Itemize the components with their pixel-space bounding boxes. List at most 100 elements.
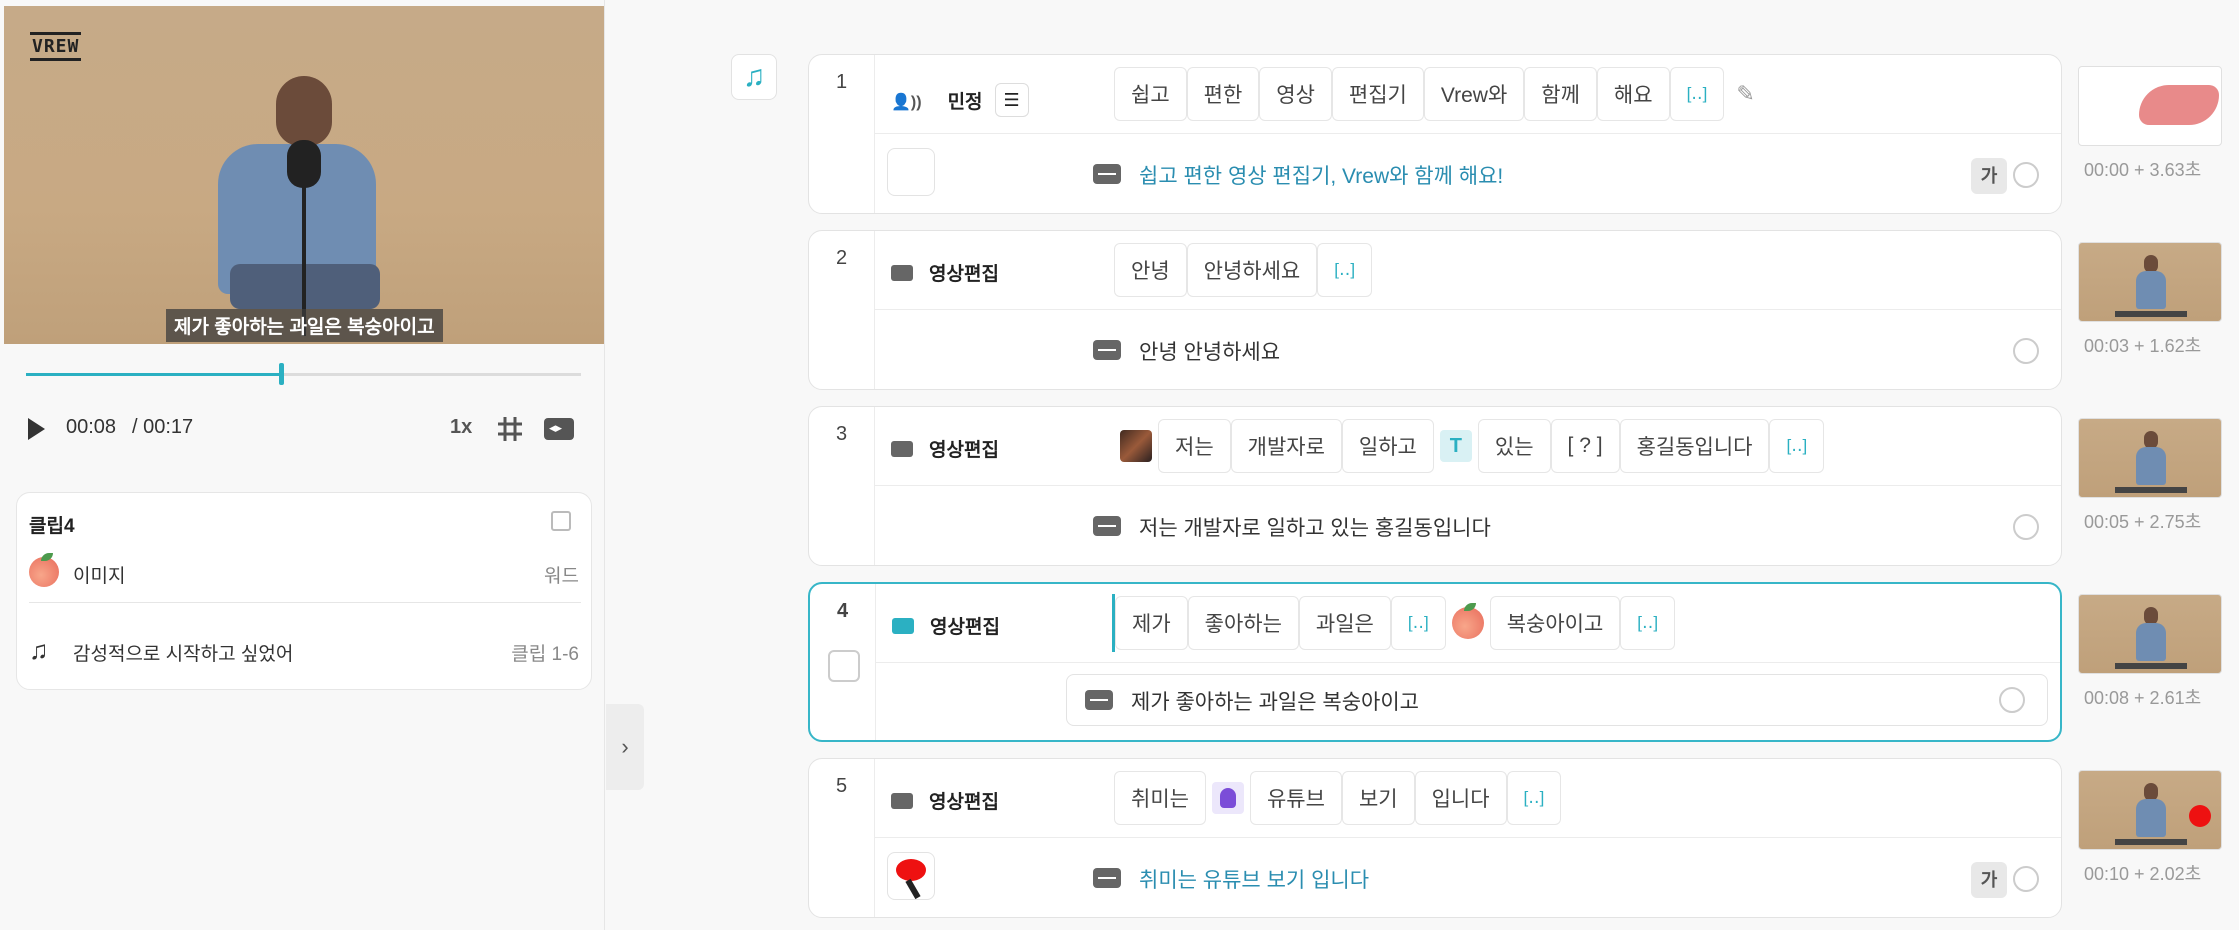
subtitle-row: 쉽고 편한 영상 편집기, Vrew와 함께 해요! 가 xyxy=(875,134,2061,213)
subtitle-text[interactable]: 저는 개발자로 일하고 있는 홍길동입니다 xyxy=(1139,512,1491,542)
word-chip[interactable]: 편집기 xyxy=(1331,67,1424,121)
word-chip[interactable]: Vrew와 xyxy=(1423,67,1525,121)
music-icon[interactable]: ♫ xyxy=(731,54,777,100)
clip-thumbnail[interactable] xyxy=(2078,242,2222,322)
word-chip[interactable]: 개발자로 xyxy=(1230,419,1342,473)
speaker-name: 영상편집 xyxy=(929,440,999,461)
clip-row[interactable]: 2 영상편집 안녕 안녕하세요 [‥] 안녕 안녕하세요 xyxy=(808,230,2062,390)
pencil-icon[interactable]: ✎ xyxy=(1736,81,1754,107)
video-camera-icon xyxy=(891,440,913,457)
word-chip[interactable]: 안녕하세요 xyxy=(1186,243,1318,297)
subtitle-text[interactable]: 취미는 유튜브 보기 입니다 xyxy=(1139,864,1369,894)
caption-strip xyxy=(2115,311,2187,317)
clip-row[interactable]: 1 👤)) 민정 ☰ 쉽고 편한 영상 편집기 Vrew와 함께 해요 [‥] … xyxy=(808,54,2062,214)
silence-chip[interactable]: [‥] xyxy=(1317,243,1373,297)
word-chip[interactable]: 영상 xyxy=(1259,67,1332,121)
speaker-selector[interactable]: 영상편집 xyxy=(891,435,999,462)
clip-thumbnail[interactable] xyxy=(2078,66,2222,146)
seek-handle[interactable] xyxy=(279,363,285,385)
subtitle-row: 저는 개발자로 일하고 있는 홍길동입니다 xyxy=(875,486,2061,565)
clip-thumbnail[interactable] xyxy=(2078,594,2222,674)
clip-time: 00:08 + 2.61초 xyxy=(2084,688,2202,708)
peach-icon[interactable] xyxy=(1451,603,1484,639)
word-chip[interactable]: 제가 xyxy=(1115,596,1188,650)
word-chip[interactable]: 저는 xyxy=(1158,419,1231,473)
subtitle-row-active[interactable]: 제가 좋아하는 과일은 복숭아이고 xyxy=(1066,674,2048,726)
word-chip[interactable]: 편한 xyxy=(1186,67,1260,121)
unlink-icon[interactable] xyxy=(2013,162,2039,188)
clip-row[interactable]: 3 영상편집 저는 개발자로 일하고 T 있는 [ ? ] 홍길동입니다 [‥]… xyxy=(808,406,2062,566)
play-icon[interactable] xyxy=(28,418,45,440)
clip-info-row-music[interactable]: ♫ 감성적으로 시작하고 싶었어 클립 1-6 xyxy=(29,621,581,681)
subtitle-text[interactable]: 쉽고 편한 영상 편집기, Vrew와 함께 해요! xyxy=(1139,160,1503,190)
silence-chip[interactable]: [‥] xyxy=(1620,596,1676,650)
speaker-selector[interactable]: 👤)) 민정 ☰ xyxy=(891,83,1029,117)
word-chip[interactable]: 복숭아이고 xyxy=(1489,596,1621,650)
caption-strip xyxy=(2115,663,2187,669)
grid-icon[interactable] xyxy=(497,416,523,442)
microphone xyxy=(287,140,321,188)
word-chip[interactable]: 홍길동입니다 xyxy=(1619,419,1770,473)
word-chip[interactable]: 쉽고 xyxy=(1114,67,1187,121)
sliders-icon[interactable]: ☰ xyxy=(994,83,1029,117)
link-icon[interactable] xyxy=(2013,514,2039,540)
text-effect-icon[interactable]: T xyxy=(1439,430,1472,462)
clip-row[interactable]: 5 영상편집 취미는 유튜브 보기 입니다 [‥] 취미는 유튜브 보기 입니다… xyxy=(808,758,2062,918)
clip-row-selected[interactable]: 4 영상편집 제가 좋아하는 과일은 [‥] 복숭아이고 [‥] 제가 좋아하는… xyxy=(808,582,2062,742)
subtitle-icon xyxy=(1093,164,1121,184)
speaker-selector[interactable]: 영상편집 xyxy=(892,612,1000,639)
playback-speed-button[interactable]: 1x xyxy=(450,416,472,439)
link-icon[interactable] xyxy=(1999,687,2025,713)
subtitle-icon xyxy=(1085,690,1113,710)
subtitle-text[interactable]: 제가 좋아하는 과일은 복숭아이고 xyxy=(1131,686,1419,716)
word-list: 제가 좋아하는 과일은 [‥] 복숭아이고 [‥] xyxy=(1112,594,1676,652)
word-chip[interactable]: 과일은 xyxy=(1298,596,1391,650)
youtube-hand-icon[interactable] xyxy=(887,852,935,900)
word-chip[interactable]: 함께 xyxy=(1524,67,1597,121)
silence-chip[interactable]: [‥] xyxy=(1390,596,1446,650)
image-thumbnail-icon[interactable] xyxy=(1120,430,1152,462)
silence-chip[interactable]: [‥] xyxy=(1506,771,1562,825)
aspect-ratio-icon[interactable] xyxy=(544,418,574,440)
speaker-selector[interactable]: 영상편집 xyxy=(891,259,999,286)
speaker-name: 민정 xyxy=(947,91,983,113)
word-chip[interactable]: 유튜브 xyxy=(1249,771,1342,825)
clip-info-row-image[interactable]: 이미지 워드 xyxy=(29,543,581,603)
person-figure xyxy=(2136,623,2166,661)
unlink-icon[interactable] xyxy=(2013,866,2039,892)
text-style-button[interactable]: 가 xyxy=(1971,158,2007,194)
open-external-icon[interactable] xyxy=(551,511,571,531)
word-chip[interactable]: 안녕 xyxy=(1114,243,1187,297)
silence-chip[interactable]: [‥] xyxy=(1669,67,1725,121)
collapse-panel-button[interactable]: › xyxy=(606,704,644,790)
person-figure xyxy=(2136,271,2166,309)
text-style-button[interactable]: 가 xyxy=(1971,862,2007,898)
person-figure xyxy=(2136,447,2166,485)
clip-checkbox[interactable] xyxy=(828,650,860,682)
media-placeholder-icon[interactable] xyxy=(887,148,935,196)
silence-chip[interactable]: [‥] xyxy=(1769,419,1825,473)
clip-info-label: 감성적으로 시작하고 싶었어 xyxy=(73,644,294,665)
word-chip[interactable]: 취미는 xyxy=(1114,771,1206,825)
word-chip[interactable]: 일하고 xyxy=(1341,419,1434,473)
bell-sound-icon[interactable] xyxy=(1211,782,1244,814)
video-subtitle-overlay: 제가 좋아하는 과일은 복숭아이고 xyxy=(166,309,443,342)
word-chip[interactable]: 좋아하는 xyxy=(1187,596,1299,650)
speaker-selector[interactable]: 영상편집 xyxy=(891,787,999,814)
clip-info-label: 이미지 xyxy=(73,566,126,587)
music-note-icon: ♫ xyxy=(29,635,49,665)
clip-thumbnail[interactable] xyxy=(2078,770,2222,850)
word-chip[interactable]: 해요 xyxy=(1596,67,1670,121)
video-preview[interactable]: VREW 제가 좋아하는 과일은 복숭아이고 xyxy=(4,6,604,344)
subtitle-row: 취미는 유튜브 보기 입니다 가 xyxy=(875,838,2061,917)
clip-thumbnail[interactable] xyxy=(2078,418,2222,498)
word-chip[interactable]: 입니다 xyxy=(1414,771,1507,825)
word-chip[interactable]: [ ? ] xyxy=(1550,419,1620,473)
word-chip[interactable]: 보기 xyxy=(1341,771,1415,825)
subtitle-text[interactable]: 안녕 안녕하세요 xyxy=(1139,336,1280,366)
word-chip[interactable]: 있는 xyxy=(1477,419,1551,473)
link-icon[interactable] xyxy=(2013,338,2039,364)
seek-bar[interactable] xyxy=(26,363,581,385)
subtitle-row: 안녕 안녕하세요 xyxy=(875,310,2061,389)
subtitle-icon xyxy=(1093,868,1121,888)
